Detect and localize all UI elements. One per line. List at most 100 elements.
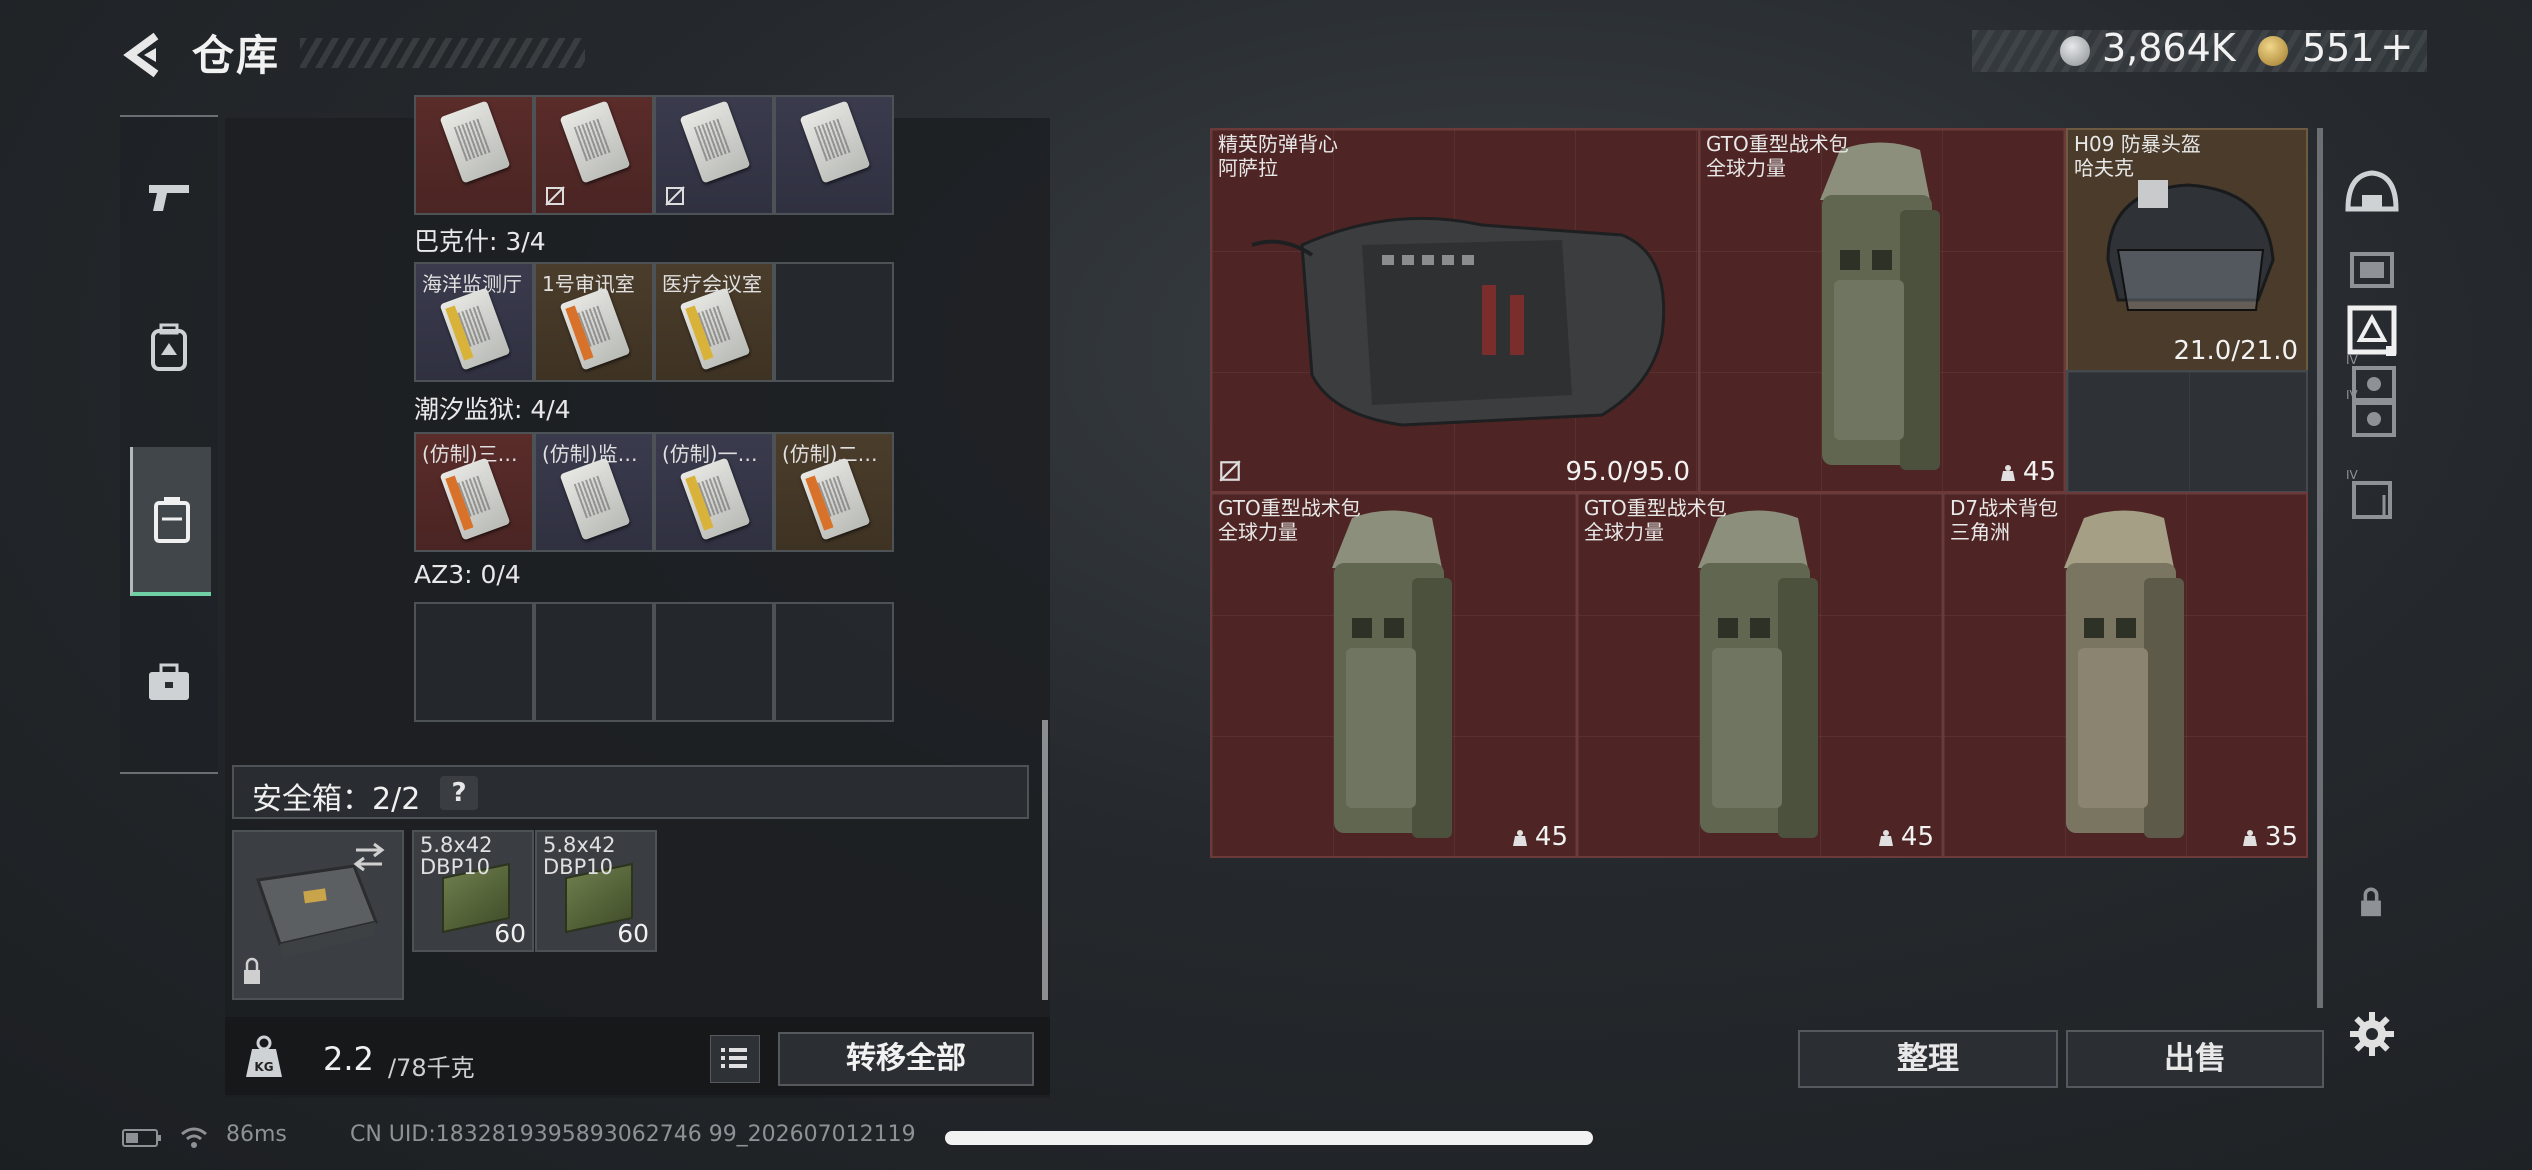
back-arrow-icon[interactable] xyxy=(118,30,168,80)
no-trade-icon xyxy=(665,186,685,206)
capacity-value: 35 xyxy=(2264,822,2298,852)
add-currency-button[interactable]: + xyxy=(2380,24,2414,70)
capacity-value: 45 xyxy=(1534,822,1568,852)
capacity-icon xyxy=(1878,829,1893,846)
sell-button[interactable]: 出售 xyxy=(2066,1030,2324,1088)
durability-value: 95.0/95.0 xyxy=(1565,457,1690,487)
section-label-tidal-prison: 潮汐监狱: 4/4 xyxy=(414,395,571,424)
equipment-slot-sidebar: IV IV IV xyxy=(2320,125,2420,1055)
durability-value: 21.0/21.0 xyxy=(2173,336,2298,366)
item-elite-vest[interactable]: 精英防弹背心 阿萨拉 95.0/95.0 xyxy=(1210,128,1700,493)
ping-latency: 86ms xyxy=(226,1122,287,1147)
weight-kg-icon: KG xyxy=(246,1035,282,1077)
backpack-image xyxy=(1698,510,1818,838)
empty-slot[interactable] xyxy=(774,262,894,382)
helmet-image xyxy=(2106,180,2275,311)
container-row-bakesh: 海洋监测厅 1号审讯室 医疗会议室 xyxy=(414,262,894,382)
ammo-slot[interactable]: 5.8x42 DBP10 60 xyxy=(535,830,657,952)
tab-weapons[interactable] xyxy=(120,122,218,272)
wifi-icon xyxy=(181,1127,207,1148)
key-card-slot[interactable]: 1号审讯室 xyxy=(534,262,654,382)
capacity-value: 45 xyxy=(2022,457,2056,487)
tab-equipment[interactable] xyxy=(120,272,218,422)
page-title: 仓库 xyxy=(192,31,281,80)
no-trade-icon xyxy=(545,186,565,206)
home-indicator[interactable] xyxy=(945,1131,1593,1145)
tab-containers[interactable] xyxy=(130,447,211,596)
key-card-slot[interactable]: (仿制)三… xyxy=(414,432,534,552)
section-label-bakesh: 巴克什: 3/4 xyxy=(414,227,546,256)
empty-slot[interactable] xyxy=(774,602,894,722)
case-slot-icon[interactable]: IV xyxy=(2342,385,2402,445)
empty-slot[interactable] xyxy=(534,602,654,722)
silver-currency-value: 3,864K xyxy=(2102,26,2236,70)
settings-gear-icon[interactable] xyxy=(2348,1010,2396,1058)
tab-tools[interactable] xyxy=(120,607,218,757)
warehouse-grid: 精英防弹背心 阿萨拉 95.0/95.0 GTO重型战术包 全球力量 45 H09 … xyxy=(1210,128,2308,858)
key-card-slot[interactable]: (仿制)二… xyxy=(774,432,894,552)
backpack-image xyxy=(1332,510,1452,838)
no-trade-icon xyxy=(1219,460,1241,482)
container-slot[interactable] xyxy=(774,95,894,215)
section-label-az3: AZ3: 0/4 xyxy=(414,560,521,589)
empty-slot[interactable] xyxy=(654,602,774,722)
key-card-slot[interactable]: 海洋监测厅 xyxy=(414,262,534,382)
toolbox-icon xyxy=(149,663,189,700)
empty-slot[interactable] xyxy=(2066,370,2308,493)
category-sidebar xyxy=(120,115,218,774)
list-view-button[interactable] xyxy=(710,1035,760,1083)
lock-icon xyxy=(2361,887,2381,917)
battery-icon xyxy=(122,1129,161,1147)
key-card-slot[interactable]: 医疗会议室 xyxy=(654,262,774,382)
helmet-slot-icon[interactable] xyxy=(2342,165,2402,225)
weight-max: /78千克 xyxy=(388,1054,475,1082)
safebox-help-button[interactable]: ? xyxy=(440,776,478,810)
container-row-tidal-prison: (仿制)三… (仿制)监… (仿制)一… (仿制)二… xyxy=(414,432,894,552)
key-card-slot[interactable]: (仿制)监… xyxy=(534,432,654,552)
capacity-icon xyxy=(2242,829,2257,846)
ammo-slot[interactable]: 5.8x42 DBP10 60 xyxy=(412,830,534,952)
title-decoration xyxy=(300,38,585,68)
sort-button[interactable]: 整理 xyxy=(1798,1030,2058,1088)
capacity-icon xyxy=(2000,464,2015,481)
backpack-icon xyxy=(151,323,187,371)
weight-current: 2.2 xyxy=(323,1040,374,1078)
gold-coin-icon xyxy=(2258,36,2288,66)
item-gto-backpack[interactable]: GTO重型战术包 全球力量 45 xyxy=(1210,492,1578,858)
svg-text:IV: IV xyxy=(2346,468,2359,482)
key-card-slot[interactable]: (仿制)一… xyxy=(654,432,774,552)
capacity-icon xyxy=(1512,829,1527,846)
left-scrollbar[interactable] xyxy=(1042,720,1048,1000)
item-h09-helmet[interactable]: H09 防暴头盔 哈夫克 21.0/21.0 xyxy=(2066,128,2308,372)
vest-image xyxy=(1251,216,1666,427)
container-slot[interactable] xyxy=(414,95,534,215)
container-icon xyxy=(154,496,190,543)
item-gto-backpack[interactable]: GTO重型战术包 全球力量 45 xyxy=(1698,128,2066,493)
safe-case-image xyxy=(244,842,385,984)
safebox-label: 安全箱：2/2 xyxy=(252,782,421,817)
svg-text:KG: KG xyxy=(254,1060,273,1074)
gold-currency-value: 551 xyxy=(2302,26,2375,70)
ammo-count: 60 xyxy=(617,919,649,948)
backpack-slot-icon[interactable] xyxy=(2342,300,2402,360)
list-icon xyxy=(721,1048,747,1068)
safe-case-slot[interactable] xyxy=(232,830,404,1000)
container-slot[interactable] xyxy=(534,95,654,215)
empty-slot[interactable] xyxy=(414,602,534,722)
swap-icon xyxy=(353,842,385,872)
user-uid: CN UID:1832819395893062746 99_2026070121… xyxy=(350,1122,916,1147)
container-slot[interactable] xyxy=(654,95,774,215)
transfer-all-button[interactable]: 转移全部 xyxy=(778,1032,1034,1086)
ammo-count: 60 xyxy=(494,919,526,948)
armor-slot-icon[interactable] xyxy=(2342,240,2402,300)
pouch-slot-icon[interactable]: IV xyxy=(2342,465,2402,525)
item-d7-backpack[interactable]: D7战术背包 三角洲 35 xyxy=(1942,492,2308,858)
capacity-value: 45 xyxy=(1900,822,1934,852)
backpack-image xyxy=(2064,510,2184,838)
container-row-az3 xyxy=(414,602,894,722)
svg-text:IV: IV xyxy=(2346,388,2359,402)
silver-coin-icon xyxy=(2060,36,2090,66)
backpack-image xyxy=(1820,142,1940,470)
pistol-icon xyxy=(149,185,189,211)
item-gto-backpack[interactable]: GTO重型战术包 全球力量 45 xyxy=(1576,492,1944,858)
